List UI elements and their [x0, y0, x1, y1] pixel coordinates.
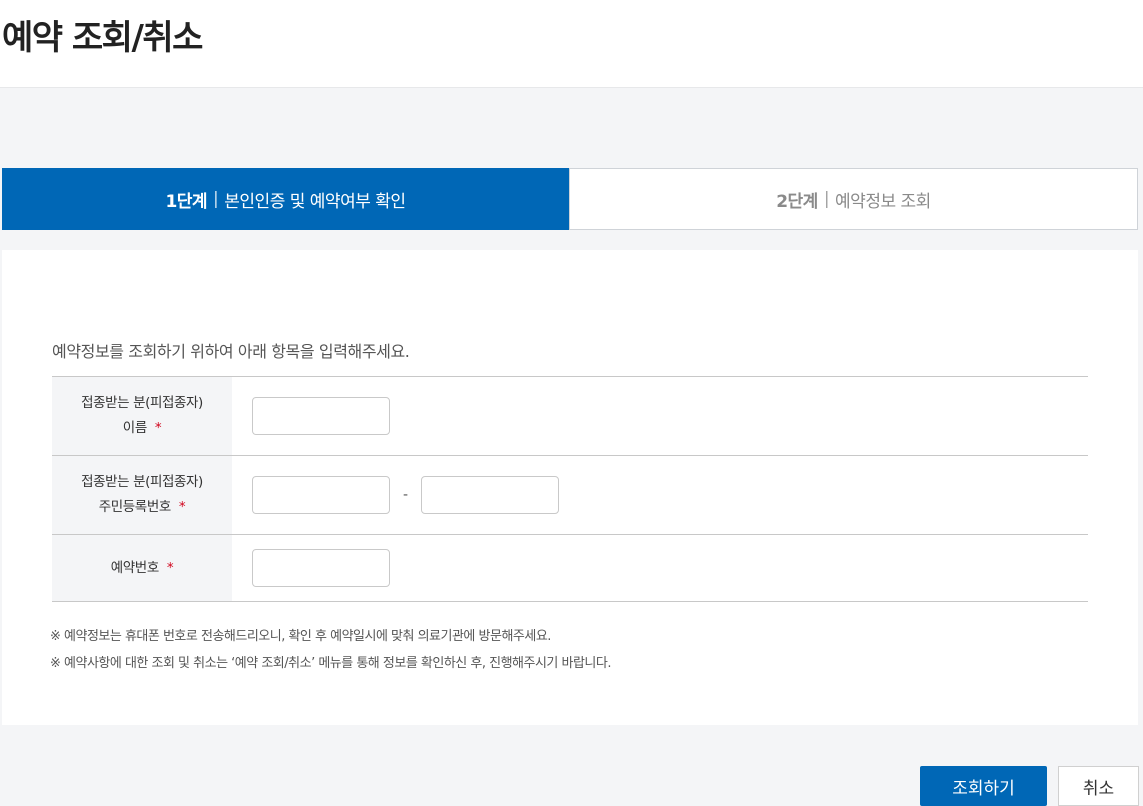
step-2-number: 2단계 — [776, 191, 818, 212]
rrn-label-line2: 주민등록번호 — [98, 499, 172, 515]
page-title: 예약 조회/취소 — [2, 18, 203, 58]
step-1-number: 1단계 — [165, 191, 208, 212]
submit-button[interactable]: 조회하기 — [920, 766, 1047, 806]
rrn-separator: - — [403, 487, 409, 503]
name-input[interactable] — [252, 397, 390, 435]
form-panel: 예약정보를 조회하기 위하여 아래 항목을 입력해주세요. 접종받는 분(피접종… — [2, 250, 1138, 725]
form-table: 접종받는 분(피접종자) 이름 * 접종받는 분(피접종자) 주민등록번호 * - … — [52, 376, 1088, 602]
required-mark: * — [154, 420, 162, 436]
reservation-number-label-text: 예약번호 — [110, 559, 159, 576]
step-2-label: 예약정보 조회 — [835, 191, 931, 212]
name-label-line2: 이름 — [122, 420, 147, 436]
name-label-line1: 접종받는 분(피접종자) — [81, 395, 203, 411]
note-2: ※ 예약사항에 대한 조회 및 취소는 ‘예약 조회/취소’ 메뉴를 통해 정보… — [50, 656, 611, 671]
step-2: 2단계 | 예약정보 조회 — [569, 168, 1138, 230]
step-2-separator: | — [823, 189, 830, 209]
step-1-label: 본인인증 및 예약여부 확인 — [224, 191, 406, 212]
reservation-number-input[interactable] — [252, 549, 390, 587]
notes: ※ 예약정보는 휴대폰 번호로 전송해드리오니, 확인 후 예약일시에 맞춰 의… — [50, 623, 611, 677]
form-row-rrn: 접종받는 분(피접종자) 주민등록번호 * - — [52, 456, 1088, 535]
step-indicator: 1단계 | 본인인증 및 예약여부 확인 2단계 | 예약정보 조회 — [2, 168, 1138, 230]
form-intro: 예약정보를 조회하기 위하여 아래 항목을 입력해주세요. — [52, 342, 410, 361]
name-field — [232, 377, 1088, 455]
rrn-label-line1: 접종받는 분(피접종자) — [81, 474, 203, 490]
rrn-label-line2-wrap: 주민등록번호 * — [98, 495, 186, 520]
cancel-button[interactable]: 취소 — [1058, 766, 1139, 806]
reservation-number-field — [232, 535, 1088, 601]
rrn-back-input[interactable] — [421, 476, 560, 514]
rrn-front-input[interactable] — [252, 476, 390, 514]
step-1: 1단계 | 본인인증 및 예약여부 확인 — [2, 168, 569, 230]
step-1-separator: | — [213, 189, 219, 209]
page-header: 예약 조회/취소 — [0, 0, 1143, 88]
reservation-number-label-wrap: 예약번호 * — [110, 556, 174, 581]
note-1: ※ 예약정보는 휴대폰 번호로 전송해드리오니, 확인 후 예약일시에 맞춰 의… — [50, 629, 551, 644]
rrn-field: - — [232, 456, 1088, 534]
reservation-number-label: 예약번호 * — [52, 535, 232, 601]
name-label: 접종받는 분(피접종자) 이름 * — [52, 377, 232, 455]
form-row-name: 접종받는 분(피접종자) 이름 * — [52, 377, 1088, 456]
name-label-line2-wrap: 이름 * — [122, 416, 162, 441]
required-mark: * — [178, 499, 186, 515]
rrn-label: 접종받는 분(피접종자) 주민등록번호 * — [52, 456, 232, 534]
required-mark: * — [166, 559, 174, 576]
form-row-reservation-number: 예약번호 * — [52, 535, 1088, 602]
